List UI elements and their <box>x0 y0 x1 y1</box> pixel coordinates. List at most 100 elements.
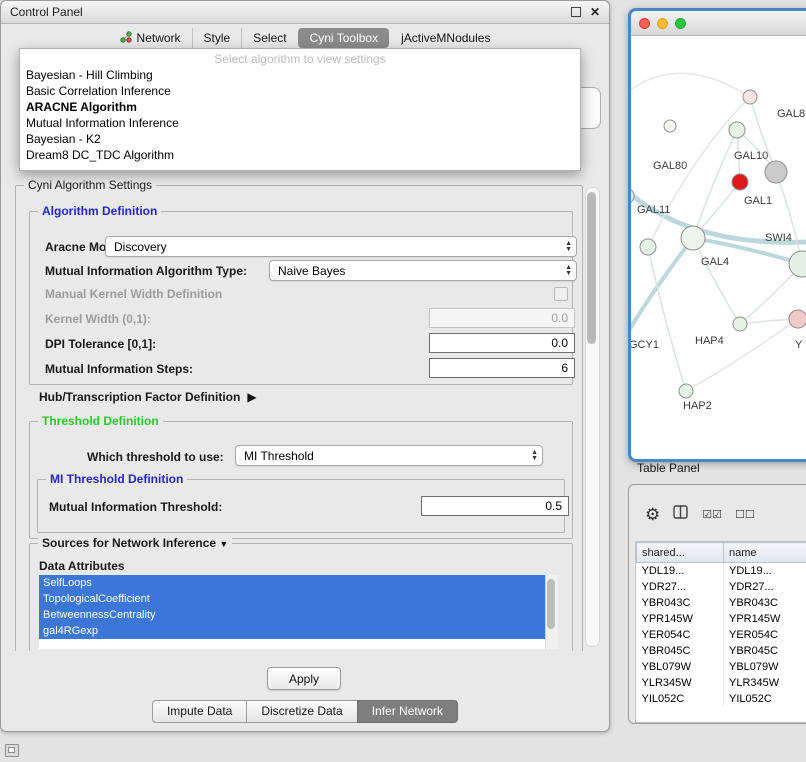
attribute-table-head-row: shared...name <box>637 543 806 563</box>
mi-algorithm-type-select[interactable]: Naive Bayes ▲▼ <box>269 260 577 281</box>
table-row[interactable]: YER054CYER054C8. <box>637 627 806 643</box>
hub-transcription-factor-section[interactable]: Hub/Transcription Factor Definition ▶ <box>39 390 257 404</box>
table-cell: YDR27... <box>637 579 724 595</box>
table-row[interactable]: YLR345WYLR345W9. <box>637 675 806 691</box>
table-row[interactable]: YIL052CYIL052C <box>637 691 806 707</box>
tab-network[interactable]: Network <box>109 28 192 49</box>
algorithm-dropdown-list: Bayesian - Hill ClimbingBasic Correlatio… <box>20 67 580 163</box>
network-node[interactable] <box>733 317 747 331</box>
network-node[interactable] <box>765 161 787 183</box>
tab-infer-network[interactable]: Infer Network <box>357 700 458 723</box>
column-header[interactable]: shared... <box>637 543 724 563</box>
mi-threshold-input[interactable]: 0.5 <box>421 496 569 516</box>
network-window-titlebar[interactable] <box>631 11 806 36</box>
network-node[interactable] <box>664 120 676 132</box>
control-panel-titlebar[interactable]: Control Panel ✕ <box>1 1 609 24</box>
table-panel-title: Table Panel <box>637 461 700 475</box>
collapsed-arrow-icon[interactable]: ▶ <box>247 390 256 404</box>
table-cell: YBL079W <box>724 659 806 675</box>
close-traffic-light-icon[interactable] <box>639 18 650 29</box>
network-node[interactable] <box>729 122 745 138</box>
algorithm-option[interactable]: Bayesian - Hill Climbing <box>20 67 580 83</box>
node-label: GAL4 <box>701 256 729 268</box>
algorithm-option[interactable]: ARACNE Algorithm <box>20 99 580 115</box>
table-toolbar: ⚙ ☑☑ ☐☐ <box>629 485 806 533</box>
tab-cyni-toolbox[interactable]: Cyni Toolbox <box>298 28 389 48</box>
expanded-arrow-icon[interactable]: ▼ <box>219 539 228 549</box>
tab-discretize-data[interactable]: Discretize Data <box>246 700 357 723</box>
algorithm-option[interactable]: Basic Correlation Inference <box>20 83 580 99</box>
apply-button[interactable]: Apply <box>267 667 341 690</box>
tab-impute-data[interactable]: Impute Data <box>152 700 247 723</box>
show-columns-icon[interactable] <box>673 505 689 524</box>
table-row[interactable]: YDR27...YDR27...12 <box>637 579 806 595</box>
table-panel-strip: Table Panel <box>637 461 700 475</box>
tab-select[interactable]: Select <box>241 28 297 48</box>
which-threshold-select[interactable]: MI Threshold ▲▼ <box>235 445 543 466</box>
close-window-icon[interactable]: ✕ <box>590 7 600 17</box>
table-cell: YDL19... <box>724 563 806 580</box>
sources-title[interactable]: Sources for Network Inference ▼ <box>38 536 232 550</box>
settings-scrollbar[interactable] <box>585 187 600 647</box>
data-attribute-item[interactable]: BetweennessCentrality <box>39 607 546 623</box>
data-attribute-item[interactable]: TopologicalCoefficient <box>39 591 546 607</box>
manual-kernel-width-checkbox[interactable] <box>554 287 568 301</box>
network-edge[interactable] <box>693 130 737 238</box>
table-row[interactable]: YPR145WYPR145W9. <box>637 611 806 627</box>
kernel-width-input[interactable]: 0.0 <box>429 308 575 328</box>
network-node[interactable] <box>631 188 634 204</box>
network-edge[interactable] <box>776 172 802 264</box>
settings-scrollbar-thumb[interactable] <box>587 192 596 344</box>
aracne-mode-select[interactable]: Discovery ▲▼ <box>105 236 577 257</box>
network-node[interactable] <box>732 174 748 190</box>
table-row[interactable]: YBR045CYBR045C9. <box>637 643 806 659</box>
tab-style[interactable]: Style <box>192 28 242 48</box>
network-edge[interactable] <box>631 73 750 97</box>
table-row[interactable]: YBR043CYBR043C <box>637 595 806 611</box>
table-cell: YER054C <box>637 627 724 643</box>
table-cell: YIL052C <box>724 691 806 707</box>
network-edge[interactable] <box>648 247 686 391</box>
table-row[interactable]: YBL079WYBL079W <box>637 659 806 675</box>
mi-steps-input[interactable]: 6 <box>429 358 575 378</box>
table-cell: YBR045C <box>724 643 806 659</box>
column-header[interactable]: name <box>724 543 806 563</box>
deselect-all-icon[interactable]: ☐☐ <box>735 508 755 521</box>
table-cell: YBL079W <box>637 659 724 675</box>
network-node[interactable] <box>681 226 705 250</box>
combo-arrows-icon: ▲▼ <box>531 446 538 465</box>
restore-panel-icon[interactable] <box>5 744 19 757</box>
table-row[interactable]: YDL19...YDL19...13 <box>637 563 806 580</box>
network-node[interactable] <box>679 384 693 398</box>
network-edge[interactable] <box>631 238 693 341</box>
table-cell: YER054C <box>724 627 806 643</box>
float-window-icon[interactable] <box>571 7 581 17</box>
table-cell: YIL052C <box>637 691 724 707</box>
network-node[interactable] <box>743 90 757 104</box>
zoom-traffic-light-icon[interactable] <box>675 18 686 29</box>
algorithm-option[interactable]: Dream8 DC_TDC Algorithm <box>20 147 580 163</box>
dpi-tolerance-input[interactable]: 0.0 <box>429 333 575 353</box>
table-cell: YDL19... <box>637 563 724 580</box>
table-settings-gear-icon[interactable]: ⚙ <box>645 506 660 523</box>
which-threshold-value: MI Threshold <box>244 449 314 463</box>
data-attribute-item[interactable]: SelfLoops <box>39 575 546 591</box>
combo-arrows-icon: ▲▼ <box>565 261 572 280</box>
attributes-list-scrollbar[interactable] <box>545 575 558 649</box>
minimize-traffic-light-icon[interactable] <box>657 18 668 29</box>
network-node[interactable] <box>789 251 806 277</box>
control-panel-window: Control Panel ✕ Network Style Select Cyn… <box>0 0 610 732</box>
select-all-icon[interactable]: ☑☑ <box>702 508 722 521</box>
tab-jactivemnodules[interactable]: jActiveMNodules <box>389 28 501 48</box>
table-panel-window: ⚙ ☑☑ ☐☐ shared...name YDL19...YDL19...13… <box>628 484 806 724</box>
network-edge[interactable] <box>693 238 740 324</box>
bottom-tab-bar: Impute Data Discretize Data Infer Networ… <box>1 700 609 723</box>
data-attributes-list[interactable]: SelfLoopsTopologicalCoefficientBetweenne… <box>39 575 558 649</box>
algorithm-option[interactable]: Mutual Information Inference <box>20 115 580 131</box>
network-node[interactable] <box>640 239 656 255</box>
data-attribute-item[interactable]: gal4RGexp <box>39 623 546 639</box>
node-label: GAL10 <box>734 150 768 162</box>
algorithm-option[interactable]: Bayesian - K2 <box>20 131 580 147</box>
network-node[interactable] <box>789 310 806 328</box>
network-canvas[interactable]: GAL8GAL80GAL10GAL1GAL11SWI4GAL4GCY1HAP4Y… <box>631 36 806 459</box>
